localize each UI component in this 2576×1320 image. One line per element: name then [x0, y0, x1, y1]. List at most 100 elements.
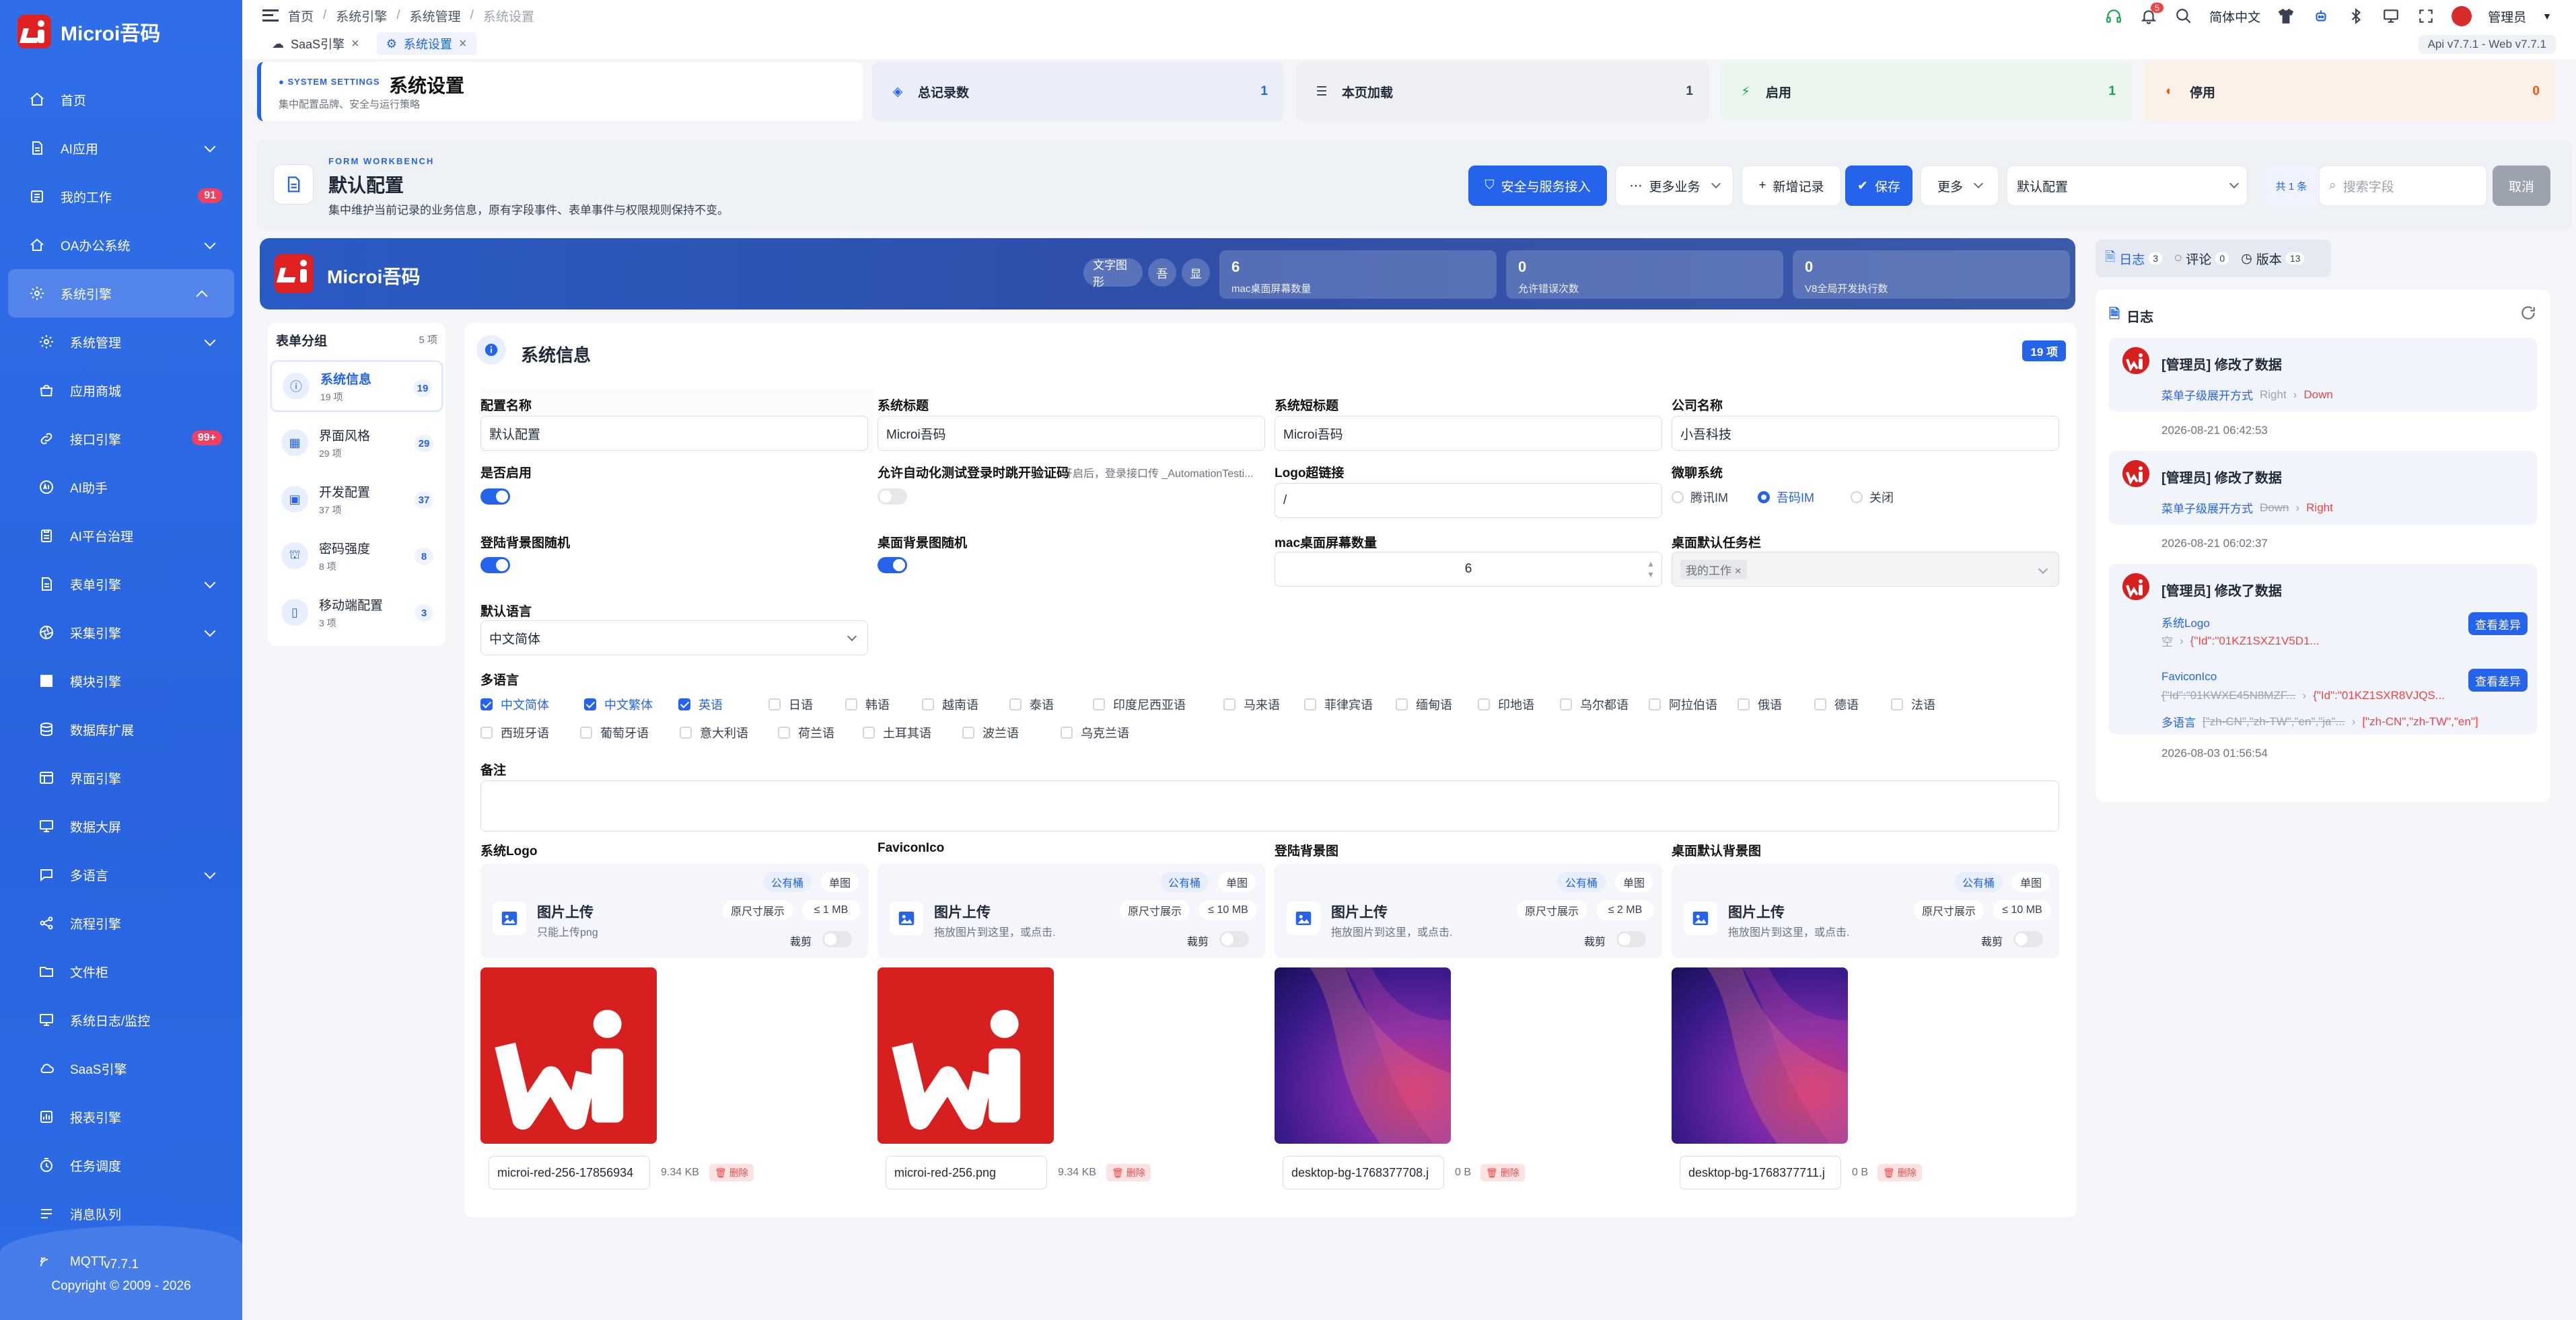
language-checkbox[interactable]: 乌尔都语 [1560, 696, 1629, 713]
language-checkbox[interactable]: 乌克兰语 [1061, 724, 1129, 741]
public-bucket-pill[interactable]: 公有桶 [763, 872, 812, 892]
sys-title-input[interactable]: Microi吾码 [878, 416, 1265, 451]
public-bucket-pill[interactable]: 公有桶 [1557, 872, 1606, 892]
image-preview[interactable] [1672, 967, 1848, 1144]
refresh-icon[interactable] [2519, 304, 2537, 322]
sidebar-item[interactable]: SaaS引擎 [0, 1044, 242, 1093]
form-group-item[interactable]: ⛫ 密码强度 8 项 8 [271, 530, 443, 581]
view-diff-button[interactable]: 查看差异 [2468, 612, 2528, 635]
taskbar-select[interactable]: 我的工作 × [1672, 552, 2059, 587]
single-image-pill[interactable]: 单图 [1218, 872, 1256, 892]
remark-textarea[interactable] [480, 780, 2059, 832]
tab-system-settings[interactable]: ⚙ 系统设置 × [376, 32, 476, 55]
sidebar-item[interactable]: 多语言 [0, 850, 242, 899]
chevron-down-icon[interactable]: ▼ [2542, 11, 2552, 22]
tab-version[interactable]: ◷ 版本 13 [2241, 250, 2305, 268]
field-search-input[interactable]: ⌕ 搜索字段 [2319, 166, 2487, 206]
delete-file-button[interactable]: 🗑 删除 [1877, 1164, 1922, 1181]
single-image-pill[interactable]: 单图 [1615, 872, 1653, 892]
more-button[interactable]: 更多 [1921, 166, 1999, 206]
sidebar-item[interactable]: 系统管理 [0, 318, 242, 366]
image-preview[interactable] [480, 967, 657, 1144]
close-icon[interactable]: × [459, 36, 467, 52]
shirt-icon[interactable] [2277, 7, 2295, 26]
sidebar-item[interactable]: 应用商城 [0, 366, 242, 414]
bluetooth-icon[interactable] [2347, 7, 2365, 26]
login-bg-random-toggle[interactable] [480, 557, 510, 573]
language-checkbox[interactable]: 荷兰语 [778, 724, 834, 741]
language-checkbox[interactable]: 泰语 [1009, 696, 1054, 713]
tab-saas[interactable]: ☁ SaaS引擎 × [262, 32, 369, 55]
sidebar-item[interactable]: 系统日志/监控 [0, 996, 242, 1044]
add-record-button[interactable]: + 新增记录 [1742, 166, 1841, 206]
mac-screens-stepper[interactable]: 6 ▲ ▼ [1275, 552, 1662, 587]
security-service-button[interactable]: ⛉ 安全与服务接入 [1468, 166, 1607, 206]
menu-toggle-icon[interactable] [262, 9, 279, 22]
enabled-toggle[interactable] [480, 488, 510, 505]
close-icon[interactable]: × [351, 36, 359, 52]
banner-chip[interactable]: 吾 [1148, 258, 1176, 287]
original-size-pill[interactable]: 原尺寸展示 [723, 900, 793, 920]
sidebar-item[interactable]: 文件柜 [0, 947, 242, 996]
delete-file-button[interactable]: 🗑 删除 [1480, 1164, 1525, 1181]
file-name-input[interactable]: microi-red-256-17856934 [489, 1156, 650, 1189]
single-image-pill[interactable]: 单图 [2012, 872, 2050, 892]
sidebar-item[interactable]: AI助手 [0, 463, 242, 511]
robot-icon[interactable] [2312, 7, 2330, 26]
form-group-item[interactable]: ▦ 界面风格 29 项 29 [271, 417, 443, 468]
breadcrumb-item[interactable]: 首页 [288, 7, 314, 25]
save-button[interactable]: ✔ 保存 [1845, 166, 1912, 206]
sidebar-item[interactable]: 模块引擎 [0, 657, 242, 705]
original-size-pill[interactable]: 原尺寸展示 [1914, 900, 1984, 920]
banner-chip[interactable]: 显 [1182, 258, 1210, 287]
language-checkbox[interactable]: 中文简体 [480, 696, 549, 713]
sidebar-item[interactable]: AI应用 [0, 124, 242, 172]
sidebar-item[interactable]: OA办公系统 [0, 221, 242, 269]
language-checkbox[interactable]: 韩语 [845, 696, 890, 713]
crop-toggle[interactable] [822, 931, 852, 947]
form-group-item[interactable]: ▣ 开发配置 37 项 37 [271, 474, 443, 525]
sidebar-logo[interactable]: Microi吾码 [17, 15, 160, 48]
taskbar-tag[interactable]: 我的工作 × [1680, 559, 1747, 579]
record-select[interactable]: 默认配置 [2007, 166, 2248, 206]
language-checkbox[interactable]: 俄语 [1738, 696, 1782, 713]
language-checkbox[interactable]: 意大利语 [680, 724, 748, 741]
language-checkbox[interactable]: 西班牙语 [480, 724, 549, 741]
sidebar-item[interactable]: 我的工作 91 [0, 172, 242, 221]
logo-link-input[interactable]: / [1275, 483, 1662, 518]
sidebar-item[interactable]: 任务调度 [0, 1141, 242, 1189]
im-radio-off[interactable]: 关闭 [1851, 488, 1894, 506]
crop-toggle[interactable] [1219, 931, 1249, 947]
config-name-input[interactable]: 默认配置 [480, 416, 868, 451]
delete-file-button[interactable]: 🗑 删除 [1106, 1164, 1151, 1181]
file-name-input[interactable]: desktop-bg-1768377708.j [1283, 1156, 1444, 1189]
avatar[interactable] [2452, 6, 2472, 26]
image-preview[interactable] [1275, 967, 1451, 1144]
sidebar-item[interactable]: 数据库扩展 [0, 705, 242, 754]
tab-comment[interactable]: ◌ 评论 0 [2174, 250, 2229, 268]
single-image-pill[interactable]: 单图 [821, 872, 859, 892]
autotest-toggle[interactable] [878, 488, 907, 505]
headset-icon[interactable] [2104, 7, 2123, 26]
original-size-pill[interactable]: 原尺寸展示 [1120, 900, 1190, 920]
public-bucket-pill[interactable]: 公有桶 [1160, 872, 1209, 892]
public-bucket-pill[interactable]: 公有桶 [1954, 872, 2003, 892]
form-group-item[interactable]: ⓘ 系统信息 19 项 19 [271, 361, 443, 412]
language-checkbox[interactable]: 英语 [678, 696, 723, 713]
image-upload-dropzone[interactable]: 图片上传 拖放图片到这里，或点击... 公有桶 单图 原尺寸展示 ≤ 2 MB … [1275, 864, 1662, 958]
tab-log[interactable]: 🗎 日志 3 [2105, 248, 2163, 269]
language-checkbox[interactable]: 日语 [768, 696, 813, 713]
sidebar-item[interactable]: 采集引擎 [0, 608, 242, 657]
desk-bg-random-toggle[interactable] [878, 557, 907, 573]
bell-icon[interactable]: 5 [2139, 3, 2164, 26]
language-checkbox[interactable]: 波兰语 [962, 724, 1019, 741]
file-name-input[interactable]: desktop-bg-1768377711.j [1680, 1156, 1841, 1189]
cancel-button[interactable]: 取消 [2493, 166, 2550, 206]
language-checkbox[interactable]: 缅甸语 [1396, 696, 1452, 713]
crop-toggle[interactable] [1616, 931, 1646, 947]
fullscreen-icon[interactable] [2417, 7, 2435, 26]
sidebar-item[interactable]: 流程引擎 [0, 899, 242, 947]
language-switch[interactable]: 简体中文 [2209, 7, 2260, 26]
sidebar-item[interactable]: 界面引擎 [0, 754, 242, 802]
image-upload-dropzone[interactable]: 图片上传 只能上传png 公有桶 单图 原尺寸展示 ≤ 1 MB 裁剪 [480, 864, 868, 958]
